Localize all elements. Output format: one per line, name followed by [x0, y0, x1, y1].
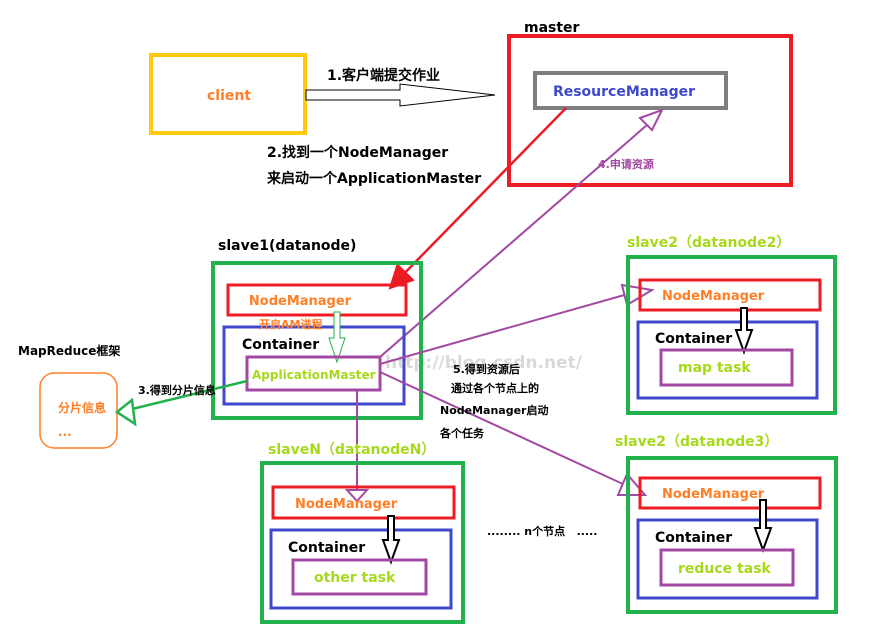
- slave2-container-label: Container: [655, 331, 732, 347]
- slaveN-nodemanager-label: NodeManager: [295, 497, 398, 512]
- slave2-title: slave2（datanode2）: [627, 235, 790, 251]
- step5-line1: 5.得到资源后: [453, 362, 520, 376]
- step5-line3: NodeManager启动: [440, 403, 548, 417]
- slaveN-title: slaveN（datanodeN）: [268, 442, 435, 458]
- master-title: master: [524, 20, 580, 36]
- diagram-canvas: http://blog.csdn.net/ client 1.客户端提交作业 m…: [18, 20, 838, 624]
- start-am-arrow: [388, 107, 567, 290]
- slave3-title: slave2（datanode3）: [615, 434, 778, 450]
- split-info-arrowhead: [114, 397, 137, 427]
- slave2-launch-arrow: [734, 307, 754, 355]
- application-master-label: ApplicationMaster: [252, 368, 376, 382]
- mapreduce-title: MapReduce框架: [18, 343, 120, 358]
- other-task-label: other task: [314, 570, 396, 586]
- step3-label: 3.得到分片信息: [138, 383, 216, 397]
- slave3-nodemanager-label: NodeManager: [662, 487, 765, 502]
- slave1-container-label: Container: [242, 337, 319, 353]
- slaveN-launch-arrow: [381, 515, 401, 565]
- step2-label-line1: 2.找到一个NodeManager: [267, 144, 448, 161]
- slave1-nodemanager-label: NodeManager: [249, 294, 352, 309]
- start-am-process-label: 开启AM进程: [259, 317, 322, 331]
- resource-manager-label: ResourceManager: [553, 84, 695, 100]
- slave2-nodemanager-label: NodeManager: [662, 289, 765, 304]
- reduce-task-label: reduce task: [678, 561, 772, 577]
- map-task-label: map task: [678, 360, 751, 376]
- client-label: client: [207, 88, 251, 104]
- yarn-diagram: http://blog.csdn.net/ client 1.客户端提交作业 m…: [0, 0, 892, 636]
- launch-am-arrow: [328, 311, 346, 364]
- step5-line2: 通过各个节点上的: [451, 381, 539, 395]
- step2-label-line2: 来启动一个ApplicationMaster: [266, 170, 481, 187]
- slaveN-container-label: Container: [288, 540, 365, 556]
- step1-label: 1.客户端提交作业: [327, 67, 440, 84]
- split-info-ellipsis: ...: [58, 425, 72, 439]
- n-nodes-label: ........ n个节点 .....: [487, 524, 597, 538]
- submit-arrow: [305, 83, 496, 107]
- slave3-container-label: Container: [655, 530, 732, 546]
- split-info-label: 分片信息: [58, 400, 106, 415]
- step5-line4: 各个任务: [439, 426, 485, 440]
- slave1-title: slave1(datanode): [218, 238, 356, 254]
